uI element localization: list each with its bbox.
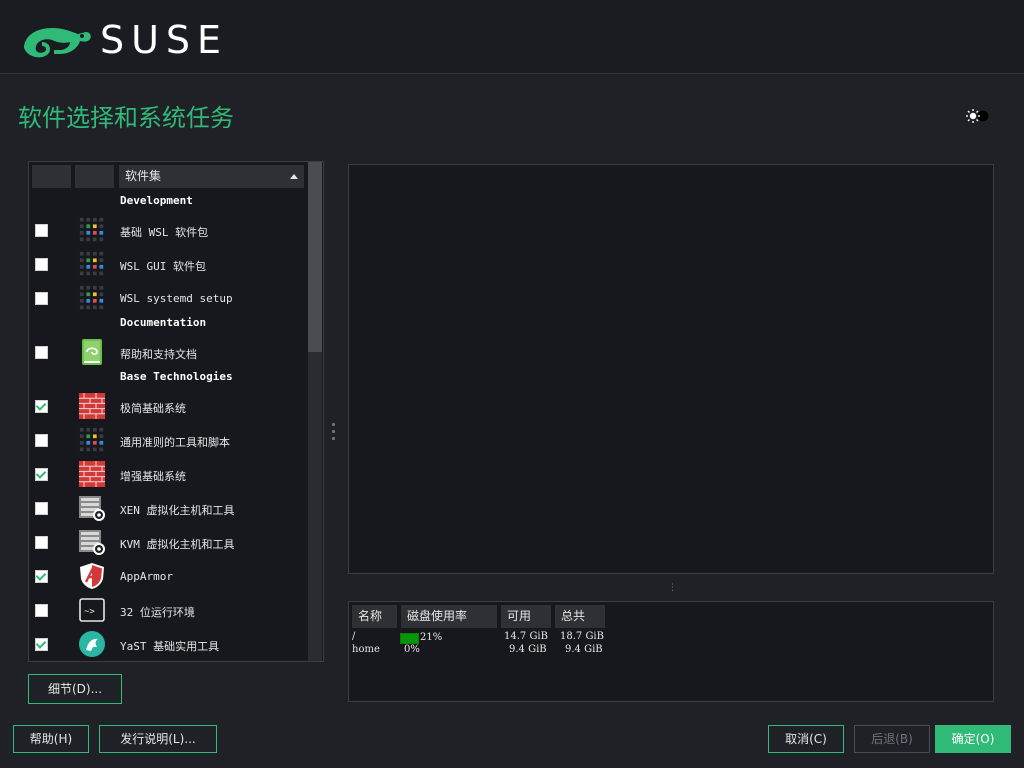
pattern-checkbox[interactable] bbox=[35, 570, 48, 583]
pattern-row[interactable]: YaST 基础实用工具 bbox=[29, 627, 305, 661]
back-button[interactable]: 后退(B) bbox=[854, 725, 930, 753]
brick-wall-icon bbox=[78, 392, 106, 420]
top-bar: SUSE bbox=[0, 0, 1024, 74]
pattern-label: WSL GUI 软件包 bbox=[120, 260, 206, 273]
pattern-table[interactable]: 软件集 Development 基础 WSL 软件包 WSL GUI 软件包 WSL … bbox=[28, 161, 324, 662]
pattern-checkbox[interactable] bbox=[35, 536, 48, 549]
help-book-icon bbox=[78, 338, 106, 366]
sort-ascending-icon bbox=[290, 174, 298, 179]
pattern-row[interactable]: 帮助和支持文档 bbox=[29, 335, 305, 369]
pattern-checkbox[interactable] bbox=[35, 258, 48, 271]
release-notes-button[interactable]: 发行说明(L)... bbox=[99, 725, 217, 753]
pattern-label: 32 位运行环境 bbox=[120, 606, 195, 619]
pattern-row[interactable]: XEN 虚拟化主机和工具 bbox=[29, 491, 305, 525]
header-icon-column[interactable] bbox=[75, 165, 114, 188]
table-header: 软件集 bbox=[29, 162, 305, 190]
help-button[interactable]: 帮助(H) bbox=[13, 725, 89, 753]
pattern-checkbox[interactable] bbox=[35, 434, 48, 447]
table-scrollbar[interactable] bbox=[308, 162, 322, 661]
page-title: 软件选择和系统任务 bbox=[18, 104, 234, 132]
header-pattern-label: 软件集 bbox=[125, 169, 162, 183]
pattern-description-panel bbox=[348, 164, 994, 574]
ok-button[interactable]: 确定(O) bbox=[935, 725, 1011, 753]
pattern-row[interactable]: WSL GUI 软件包 bbox=[29, 247, 305, 281]
svg-text:~>: ~> bbox=[84, 607, 95, 617]
details-button[interactable]: 细节(D)... bbox=[28, 674, 122, 704]
server-gear-icon bbox=[78, 494, 106, 522]
disk-header-free[interactable]: 可用 bbox=[501, 605, 551, 628]
terminal-icon: ~> bbox=[78, 596, 106, 624]
pattern-checkbox[interactable] bbox=[35, 638, 48, 651]
category-header: Base Technologies bbox=[120, 370, 233, 383]
category-header: Development bbox=[120, 194, 193, 207]
logo-text: SUSE bbox=[100, 18, 229, 62]
pattern-checkbox[interactable] bbox=[35, 346, 48, 359]
pattern-label: 极简基础系统 bbox=[120, 402, 186, 415]
pattern-label: 帮助和支持文档 bbox=[120, 348, 197, 361]
pattern-checkbox[interactable] bbox=[35, 502, 48, 515]
pattern-label: WSL systemd setup bbox=[120, 292, 233, 305]
cancel-button[interactable]: 取消(C) bbox=[768, 725, 844, 753]
disk-row-total: 9.4 GiB bbox=[565, 644, 603, 655]
pattern-row[interactable]: 基础 WSL 软件包 bbox=[29, 213, 305, 247]
pattern-row[interactable]: KVM 虚拟化主机和工具 bbox=[29, 525, 305, 559]
pattern-label: XEN 虚拟化主机和工具 bbox=[120, 504, 235, 517]
apparmor-shield-icon bbox=[78, 562, 106, 590]
disk-row-total: 18.7 GiB bbox=[560, 631, 604, 642]
disk-row-usage: 21% bbox=[420, 632, 443, 643]
grid-package-icon bbox=[78, 426, 106, 454]
pattern-row[interactable]: 增强基础系统 bbox=[29, 457, 305, 491]
pattern-label: YaST 基础实用工具 bbox=[120, 640, 220, 653]
grid-package-icon bbox=[78, 216, 106, 244]
pattern-row[interactable]: ~> 32 位运行环境 bbox=[29, 593, 305, 627]
theme-toggle[interactable] bbox=[965, 107, 991, 125]
pattern-label: 基础 WSL 软件包 bbox=[120, 226, 209, 239]
pattern-label: 通用准则的工具和脚本 bbox=[120, 436, 230, 449]
yast-gecko-icon bbox=[78, 630, 106, 658]
brick-wall-icon bbox=[78, 460, 106, 488]
disk-header-usage[interactable]: 磁盘使用率 bbox=[401, 605, 497, 628]
disk-header-name[interactable]: 名称 bbox=[352, 605, 397, 628]
pattern-label: KVM 虚拟化主机和工具 bbox=[120, 538, 235, 551]
chameleon-icon bbox=[24, 28, 91, 58]
pattern-row[interactable]: WSL systemd setup bbox=[29, 281, 305, 315]
server-gear-icon bbox=[78, 528, 106, 556]
pattern-row[interactable]: AppArmor bbox=[29, 559, 305, 593]
disk-row-free: 9.4 GiB bbox=[509, 644, 547, 655]
pattern-checkbox[interactable] bbox=[35, 292, 48, 305]
disk-row-free: 14.7 GiB bbox=[504, 631, 548, 642]
pattern-row[interactable]: 通用准则的工具和脚本 bbox=[29, 423, 305, 457]
horizontal-splitter[interactable]: ⋮ bbox=[668, 583, 677, 593]
disk-usage-bar bbox=[400, 633, 419, 644]
pattern-checkbox[interactable] bbox=[35, 604, 48, 617]
pattern-checkbox[interactable] bbox=[35, 400, 48, 413]
sun-moon-icon bbox=[966, 109, 990, 123]
suse-logo: SUSE bbox=[20, 18, 228, 62]
pattern-checkbox[interactable] bbox=[35, 224, 48, 237]
pattern-label: 增强基础系统 bbox=[120, 470, 186, 483]
header-pattern-column[interactable]: 软件集 bbox=[119, 165, 304, 188]
disk-header-total[interactable]: 总共 bbox=[555, 605, 605, 628]
grid-package-icon bbox=[78, 284, 106, 312]
disk-row-usage: 0% bbox=[404, 644, 420, 655]
vertical-splitter[interactable] bbox=[332, 423, 336, 443]
pattern-checkbox[interactable] bbox=[35, 468, 48, 481]
disk-usage-table: 名称 磁盘使用率 可用 总共 / 21% 14.7 GiB 18.7 GiB h… bbox=[348, 601, 994, 702]
disk-row-name: / bbox=[352, 631, 356, 642]
grid-package-icon bbox=[78, 250, 106, 278]
category-header: Documentation bbox=[120, 316, 207, 329]
scrollbar-thumb[interactable] bbox=[308, 162, 322, 352]
pattern-row[interactable]: 极简基础系统 bbox=[29, 389, 305, 423]
pattern-label: AppArmor bbox=[120, 570, 173, 583]
header-checkbox-column[interactable] bbox=[32, 165, 71, 188]
disk-row-name: home bbox=[352, 644, 380, 655]
